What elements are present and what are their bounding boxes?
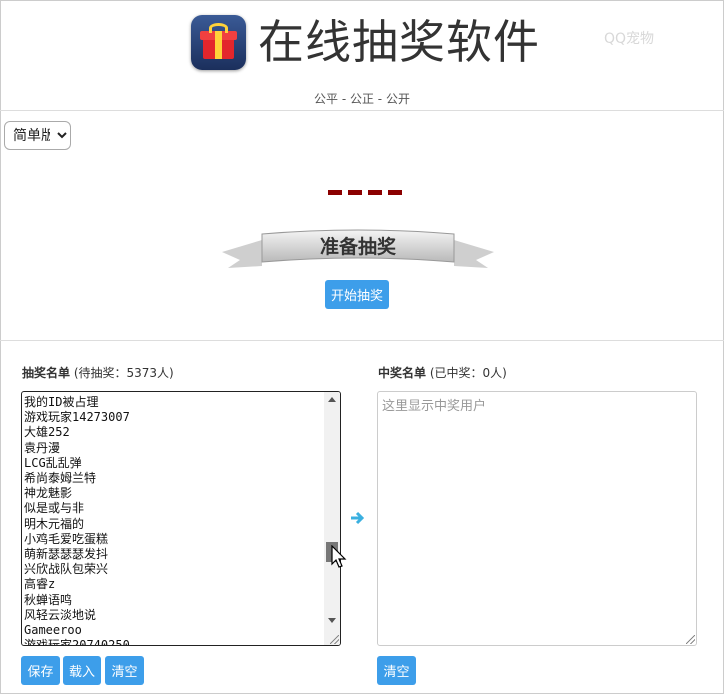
section-divider	[0, 340, 724, 341]
resize-handle-icon[interactable]	[330, 635, 339, 644]
candidate-row: 神龙魅影	[24, 486, 73, 501]
start-draw-button[interactable]: 开始抽奖	[325, 280, 389, 309]
banner-text: 准备抽奖	[320, 235, 397, 258]
candidate-row: 希尚泰姆兰特	[24, 471, 97, 486]
candidate-rows: 我的ID被占理 游戏玩家14273007 大雄252 袁丹漫 LCG乱乱弹 希尚泰姆兰特神…	[24, 395, 130, 646]
candidate-row: LCG乱乱弹	[24, 455, 82, 470]
candidate-row: 游戏玩家14273007	[24, 410, 130, 425]
result-slots	[328, 190, 402, 195]
candidates-label: 抽奖名单 (待抽奖：5373人)	[22, 366, 174, 380]
candidate-row: Gameeroo	[24, 623, 82, 638]
clear-candidates-button[interactable]: 清空	[105, 656, 144, 685]
candidate-row: 兴欣战队包荣兴	[24, 562, 109, 577]
winners-label: 中奖名单 (已中奖：0人)	[378, 366, 507, 380]
candidate-row: 似是或与非	[24, 501, 85, 516]
version-select[interactable]: 简单版	[4, 121, 71, 150]
winners-placeholder: 这里显示中奖用户	[382, 399, 487, 414]
arrow-right-icon	[351, 511, 365, 525]
watermark: QQ宠物	[604, 31, 655, 47]
ribbon-banner: 准备抽奖	[222, 229, 494, 268]
page-subtitle: 公平 - 公正 - 公开	[314, 92, 410, 106]
clear-winners-button[interactable]: 清空	[377, 656, 416, 685]
mouse-pointer-icon	[331, 545, 347, 568]
winners-textarea[interactable]: 这里显示中奖用户	[377, 391, 697, 646]
scroll-up-icon[interactable]	[328, 397, 336, 402]
resize-handle-icon[interactable]	[686, 635, 695, 644]
candidate-row: 小鸡毛爱吃蛋糕	[24, 531, 109, 546]
header: 在线抽奖软件 QQ宠物 公平 - 公正 - 公开	[0, 0, 724, 111]
candidate-row: 我的ID被占理	[24, 395, 99, 409]
gift-logo-icon	[191, 15, 246, 70]
load-button[interactable]: 载入	[63, 656, 101, 685]
candidate-row: 游戏玩家20740250	[24, 638, 130, 646]
candidate-row: 大雄252	[24, 425, 70, 440]
candidate-row: 高睿z	[24, 577, 56, 592]
scrollbar[interactable]	[324, 392, 340, 645]
candidates-textarea[interactable]: 我的ID被占理 游戏玩家14273007 大雄252 袁丹漫 LCG乱乱弹 希尚泰姆兰特神…	[21, 391, 341, 646]
scroll-down-icon[interactable]	[328, 618, 336, 623]
candidate-row: 风轻云淡地说	[24, 607, 97, 622]
candidate-row: 袁丹漫	[24, 440, 61, 455]
candidate-row: 秋蝉语鸣	[24, 592, 73, 607]
save-button[interactable]: 保存	[21, 656, 60, 685]
candidate-row: 萌新瑟瑟瑟发抖	[24, 547, 109, 562]
candidate-row: 明木元福的	[24, 516, 85, 531]
page-title: 在线抽奖软件	[258, 15, 540, 69]
